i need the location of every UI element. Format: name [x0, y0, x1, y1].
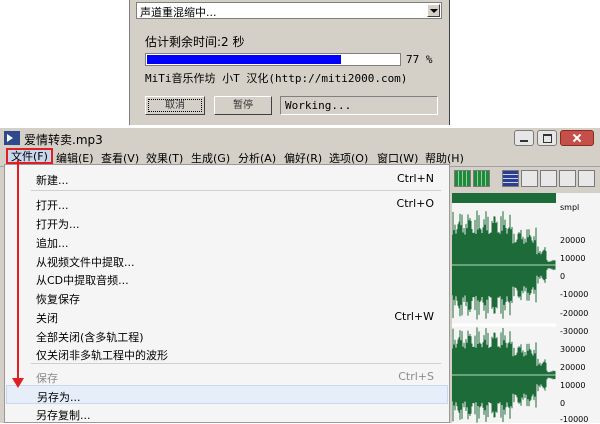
- menu-item[interactable]: 仅关闭非多轨工程中的波形: [6, 344, 448, 363]
- menu-separator: [31, 190, 441, 191]
- maximize-icon[interactable]: [537, 130, 557, 146]
- toolbar: [452, 167, 600, 191]
- credit-text: MiTi音乐作坊 小T 汉化(http://miti2000.com): [145, 72, 408, 85]
- menu-item[interactable]: 从CD中提取音频...: [6, 269, 448, 288]
- ruler-label: 20000: [560, 363, 586, 372]
- window-title: 爱情转卖.mp3: [24, 133, 103, 147]
- menu-item-label: 新建...: [36, 174, 69, 187]
- timeline-bar: [452, 193, 556, 203]
- close-icon[interactable]: [560, 130, 594, 146]
- progress-dialog: 声道重混缩中... 估计剩余时间:2 秒 77 % MiTi音乐作坊 小T 汉化…: [129, 0, 450, 125]
- menu-item-label: 打开...: [36, 199, 69, 212]
- waveform-panel[interactable]: smpl 20000 10000 0 -10000 -20000 -30000 …: [452, 193, 600, 424]
- menu-item-label: 从视频文件中提取...: [36, 256, 135, 269]
- multitrack-view-icon[interactable]: [454, 170, 471, 187]
- menu-item-shortcut: Ctrl+N: [396, 172, 434, 185]
- minimize-icon[interactable]: [514, 130, 534, 146]
- menu-item[interactable]: 恢复保存: [6, 288, 448, 307]
- arrow-down-icon: [12, 378, 24, 388]
- ruler-label: 30000: [560, 345, 586, 354]
- menu-item-label: 打开为...: [36, 218, 80, 231]
- ruler-unit: smpl: [560, 203, 580, 212]
- operation-label: 声道重混缩中...: [140, 6, 217, 19]
- menu-item-label: 关闭: [36, 312, 58, 325]
- menu-item-label: 追加...: [36, 237, 69, 250]
- menu-item[interactable]: 新建... Ctrl+N: [6, 169, 448, 188]
- menu-item-shortcut: Ctrl+W: [394, 310, 434, 323]
- menu-item[interactable]: 另存复制...: [6, 404, 448, 423]
- menu-separator: [31, 363, 441, 364]
- menu-item[interactable]: 保存 Ctrl+S: [6, 367, 448, 386]
- menu-item-label: 从CD中提取音频...: [36, 274, 129, 287]
- menu-item[interactable]: 打开... Ctrl+O: [6, 194, 448, 213]
- progress-bar: [145, 53, 401, 66]
- menu-item-label: 全部关闭(含多轨工程): [36, 331, 144, 344]
- app-icon: [4, 131, 20, 145]
- menu-item[interactable]: 全部关闭(含多轨工程): [6, 326, 448, 345]
- ruler-label: 0: [560, 399, 566, 408]
- cancel-button[interactable]: 取消: [145, 96, 205, 115]
- ruler-label: 10000: [560, 254, 586, 263]
- menu-item[interactable]: 另存为...: [6, 385, 448, 404]
- ruler-label: 0: [560, 272, 566, 281]
- image-icon[interactable]: [521, 170, 538, 187]
- ruler-label: -30000: [560, 327, 589, 336]
- record-icon[interactable]: [578, 170, 595, 187]
- menu-item-shortcut: Ctrl+O: [396, 197, 434, 210]
- time-remaining: 估计剩余时间:2 秒: [145, 35, 245, 49]
- ruler-label: 20000: [560, 236, 586, 245]
- menu-item[interactable]: 追加...: [6, 232, 448, 251]
- play-icon[interactable]: [559, 170, 576, 187]
- progress-fill: [147, 55, 341, 64]
- progress-percent: 77 %: [406, 53, 433, 66]
- menu-item[interactable]: 打开为...: [6, 213, 448, 232]
- menu-file[interactable]: 文件(F): [6, 148, 53, 164]
- ruler-label: -10000: [560, 290, 589, 299]
- document-icon[interactable]: [540, 170, 557, 187]
- menu-item-label: 仅关闭非多轨工程中的波形: [36, 349, 168, 362]
- chevron-down-icon[interactable]: [427, 4, 440, 17]
- pause-button[interactable]: 暂停: [214, 96, 272, 115]
- file-menu-dropdown: 新建... Ctrl+N 打开... Ctrl+O 打开为... 追加... 从视频文件中提…: [4, 164, 450, 423]
- annotation-arrow: [17, 160, 19, 380]
- menu-item[interactable]: 关闭 Ctrl+W: [6, 307, 448, 326]
- status-field: Working...: [280, 96, 438, 115]
- edit-view-icon[interactable]: [473, 170, 490, 187]
- cd-view-icon[interactable]: [502, 170, 519, 187]
- operation-select[interactable]: 声道重混缩中...: [136, 2, 442, 19]
- menu-item-label: 恢复保存: [36, 293, 80, 306]
- menu-item-label: 保存: [36, 372, 58, 385]
- menu-item-label: 另存复制...: [36, 409, 91, 422]
- ruler-label: 10000: [560, 381, 586, 390]
- menu-item[interactable]: 从视频文件中提取...: [6, 251, 448, 270]
- title-bar[interactable]: 爱情转卖.mp3: [0, 128, 600, 148]
- menu-item-label: 另存为...: [37, 391, 81, 404]
- waveform[interactable]: [452, 205, 556, 423]
- ruler-label: -20000: [560, 309, 589, 318]
- menu-item-shortcut: Ctrl+S: [398, 370, 434, 383]
